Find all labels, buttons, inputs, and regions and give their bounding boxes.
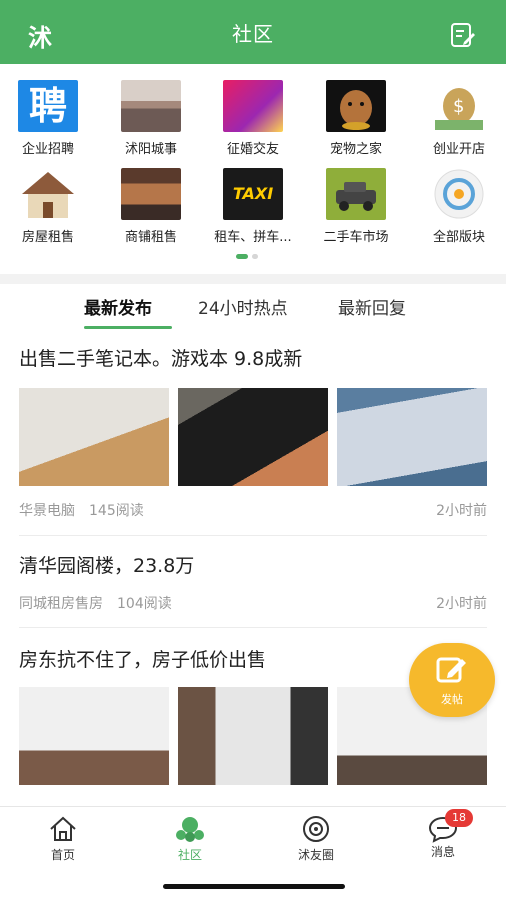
post-meta: 同城租房售房 104阅读 <box>19 593 186 613</box>
compose-icon <box>436 657 466 683</box>
category-recruit[interactable]: 聘 企业招聘 <box>2 80 94 157</box>
post-author[interactable]: 同城租房售房 <box>19 596 103 612</box>
shop-icon <box>121 168 181 220</box>
post-time: 2小时前 <box>436 503 487 519</box>
house-icon <box>18 168 78 220</box>
post-image[interactable] <box>19 388 169 486</box>
page-dot-active <box>236 254 248 259</box>
tab-indicator <box>84 326 172 329</box>
post-title[interactable]: 清华园阁楼，23.8万 <box>19 551 194 578</box>
category-business[interactable]: $ 创业开店 <box>413 80 505 157</box>
app-header: 沭 社区 <box>0 0 506 64</box>
category-used-car[interactable]: 二手车市场 <box>310 168 402 245</box>
category-grid: 聘 企业招聘 沭阳城事 征婚交友 宠物之家 $ 创业开店 房屋租售 商铺租售 T… <box>0 64 506 274</box>
friends-circle-icon <box>303 816 329 842</box>
business-icon: $ <box>429 80 489 132</box>
nav-community-label: 社区 <box>177 848 202 862</box>
new-post-label: 发帖 <box>441 693 463 706</box>
unread-badge: 18 <box>445 809 473 827</box>
post-image[interactable] <box>337 388 487 486</box>
home-indicator <box>163 884 345 889</box>
category-taxi[interactable]: TAXI 租车、拼车... <box>207 168 299 245</box>
nav-messages-label: 消息 <box>430 845 455 859</box>
message-icon-wrap: 18 <box>428 809 473 843</box>
tab-latest[interactable]: 最新发布 <box>84 294 152 319</box>
feed-tabs: 最新发布 24小时热点 最新回复 <box>0 284 506 332</box>
nav-home-label: 首页 <box>50 848 75 862</box>
all-boards-icon <box>429 168 489 220</box>
city-news-icon <box>121 80 181 132</box>
page-indicator <box>236 254 258 259</box>
category-pet[interactable]: 宠物之家 <box>310 80 402 157</box>
post-title[interactable]: 房东抗不住了，房子低价出售 <box>19 645 266 672</box>
divider <box>19 627 487 628</box>
category-all-boards[interactable]: 全部版块 <box>413 168 505 245</box>
post-image[interactable] <box>19 687 169 785</box>
category-city-news[interactable]: 沭阳城事 <box>105 80 197 157</box>
post-meta: 华景电脑 145阅读 <box>19 500 158 520</box>
new-post-button[interactable]: 发帖 <box>409 643 495 717</box>
pet-icon <box>326 80 386 132</box>
nav-friends-circle[interactable]: 沭友圈 <box>266 815 366 863</box>
tab-24h-hot[interactable]: 24小时热点 <box>198 294 288 319</box>
post-image[interactable] <box>178 388 328 486</box>
compose-icon[interactable] <box>450 22 476 48</box>
post-image[interactable] <box>178 687 328 785</box>
page-dot[interactable] <box>252 254 258 259</box>
category-dating[interactable]: 征婚交友 <box>207 80 299 157</box>
nav-community[interactable]: 社区 <box>140 815 240 863</box>
nav-messages[interactable]: 18 消息 <box>393 809 493 860</box>
post-time: 2小时前 <box>436 596 487 612</box>
post-title[interactable]: 出售二手笔记本。游戏本 9.8成新 <box>19 344 302 371</box>
home-icon <box>50 816 76 841</box>
post-reads: 145阅读 <box>89 503 144 519</box>
section-divider <box>0 274 506 284</box>
dating-icon <box>223 80 283 132</box>
page-title: 社区 <box>232 21 274 46</box>
svg-text:$: $ <box>453 96 464 117</box>
divider <box>19 535 487 536</box>
category-shop[interactable]: 商铺租售 <box>105 168 197 245</box>
used-car-icon <box>326 168 386 220</box>
nav-friends-circle-label: 沭友圈 <box>297 848 334 862</box>
post-author[interactable]: 华景电脑 <box>19 503 75 519</box>
recruit-icon: 聘 <box>18 80 78 132</box>
category-house[interactable]: 房屋租售 <box>2 168 94 245</box>
post-reads: 104阅读 <box>117 596 172 612</box>
taxi-icon: TAXI <box>223 168 283 220</box>
community-icon <box>176 817 204 842</box>
tab-latest-reply[interactable]: 最新回复 <box>338 294 406 319</box>
app-logo: 沭 <box>28 24 52 52</box>
nav-home[interactable]: 首页 <box>13 815 113 863</box>
